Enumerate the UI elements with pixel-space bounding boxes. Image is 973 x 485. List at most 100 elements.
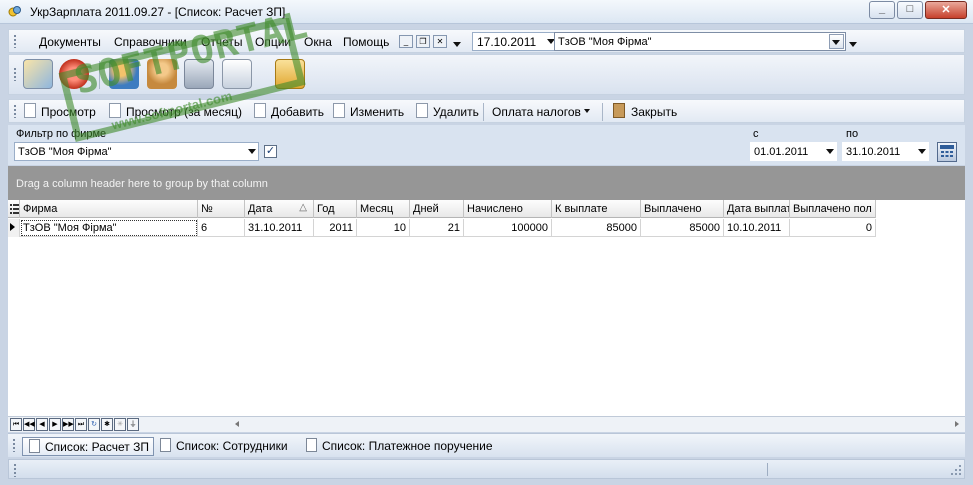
cell-date[interactable]: 31.10.2011 (245, 219, 314, 237)
cell-pay-date[interactable]: 10.10.2011 (724, 219, 790, 237)
firm-selector-value: ТзОВ "Моя Фірма" (558, 36, 652, 48)
menu-grip-icon[interactable] (13, 34, 17, 48)
calendar-icon[interactable] (937, 142, 957, 162)
menu-overflow-icon[interactable] (453, 42, 461, 47)
date-to-label: по (846, 128, 859, 140)
column-header-accrued[interactable]: Начислено (464, 200, 552, 218)
current-row-icon (10, 223, 15, 231)
column-chooser-icon[interactable] (8, 200, 20, 218)
add-button[interactable]: Добавить (271, 105, 324, 119)
mdi-restore-button[interactable]: ❐ (416, 35, 430, 48)
next-page-button[interactable]: ▶▶ (62, 418, 74, 431)
close-list-button[interactable]: Закрыть (631, 105, 677, 119)
firm-filter-checkbox[interactable]: ✓ (264, 145, 277, 158)
tab-employees-list[interactable]: Список: Сотрудники (154, 437, 292, 456)
menu-options[interactable]: Опции (255, 35, 291, 49)
cell-firm[interactable]: ТзОВ "Моя Фірма" (20, 219, 198, 237)
close-window-button[interactable]: ✕ (925, 1, 967, 19)
icon-toolbar (8, 54, 965, 95)
toolbar-grip-icon[interactable] (13, 67, 17, 81)
delete-icon (416, 103, 428, 118)
mdi-close-button[interactable]: ✕ (433, 35, 447, 48)
mdi-minimize-button[interactable]: _ (399, 35, 413, 48)
calculator-icon[interactable] (275, 59, 305, 89)
working-date-value: 17.10.2011 (477, 35, 537, 49)
stop-icon[interactable] (59, 59, 89, 89)
view-month-button[interactable]: Просмотр (за месяц) (126, 105, 242, 119)
tab-payment-order-list[interactable]: Список: Платежное поручение (300, 437, 497, 456)
menu-reports[interactable]: Отчеты (201, 35, 242, 49)
cell-days[interactable]: 21 (410, 219, 464, 237)
cell-paid[interactable]: 85000 (641, 219, 724, 237)
cell-month[interactable]: 10 (357, 219, 410, 237)
maximize-button[interactable]: □ (897, 1, 923, 19)
group-by-panel[interactable]: Drag a column header here to group by th… (8, 166, 965, 200)
resize-grip-icon[interactable] (950, 464, 962, 476)
date-from-picker[interactable]: 01.01.2011 (750, 142, 837, 161)
group-by-hint: Drag a column header here to group by th… (16, 178, 268, 190)
date-to-value: 31.10.2011 (846, 146, 901, 158)
column-header-days[interactable]: Дней (410, 200, 464, 218)
taxes-dropdown-button[interactable]: Оплата налогов (492, 105, 581, 119)
employee-card-icon[interactable] (23, 59, 53, 89)
column-header-paid-partial[interactable]: Выплачено пол (790, 200, 876, 218)
person-icon[interactable] (147, 59, 177, 89)
next-record-button[interactable]: ▶ (49, 418, 61, 431)
column-header-year[interactable]: Год (314, 200, 357, 218)
users-icon[interactable] (109, 59, 139, 89)
close-door-icon (613, 103, 625, 118)
edit-button[interactable]: Изменить (350, 105, 404, 119)
column-header-number[interactable]: № (198, 200, 245, 218)
column-header-paid[interactable]: Выплачено (641, 200, 724, 218)
cell-number[interactable]: 6 (198, 219, 245, 237)
last-record-button[interactable]: ⏭ (75, 418, 87, 431)
chevron-down-icon (584, 109, 590, 113)
firm-filter-value: ТзОВ "Моя Фірма" (18, 146, 112, 158)
view-button[interactable]: Просмотр (41, 105, 96, 119)
table-row[interactable]: ТзОВ "Моя Фірма" 6 31.10.2011 2011 10 21… (8, 219, 876, 237)
actionbar-grip-icon[interactable] (13, 104, 17, 118)
column-header-to-pay[interactable]: К выплате (552, 200, 641, 218)
firm-selector-dropdown[interactable] (829, 34, 844, 49)
insert-record-button[interactable]: ✱ (101, 418, 113, 431)
first-record-button[interactable]: ⏮ (10, 418, 22, 431)
cell-paid-partial[interactable]: 0 (790, 219, 876, 237)
minimize-button[interactable]: _ (869, 1, 895, 19)
filter-button[interactable]: ⏚ (127, 418, 139, 431)
scroll-right-icon[interactable] (955, 421, 959, 427)
column-header-date[interactable]: Дата △ (245, 200, 314, 218)
cell-year[interactable]: 2011 (314, 219, 357, 237)
menu-windows[interactable]: Окна (304, 35, 332, 49)
scroll-left-icon[interactable] (235, 421, 239, 427)
tab-employees-label: Список: Сотрудники (176, 439, 288, 453)
maximize-icon: □ (906, 3, 914, 15)
chevron-down-icon (248, 149, 256, 154)
working-date-picker[interactable]: 17.10.2011 (472, 32, 558, 51)
column-header-month[interactable]: Месяц (357, 200, 410, 218)
cell-accrued[interactable]: 100000 (464, 219, 552, 237)
tabbar-grip-icon[interactable] (12, 438, 16, 452)
prev-record-button[interactable]: ◀ (36, 418, 48, 431)
document-icon[interactable] (222, 59, 252, 89)
apply-button[interactable]: ✳ (114, 418, 126, 431)
date-to-picker[interactable]: 31.10.2011 (842, 142, 929, 161)
filter-panel: Фильтр по фирме ТзОВ "Моя Фірма" ✓ с 01.… (8, 125, 965, 165)
cell-to-pay[interactable]: 85000 (552, 219, 641, 237)
minimize-icon: _ (878, 3, 886, 15)
row-indicator[interactable] (8, 219, 20, 237)
delete-button[interactable]: Удалить (433, 105, 479, 119)
column-header-firm[interactable]: Фирма (20, 200, 198, 218)
menu-help[interactable]: Помощь (343, 35, 389, 49)
firm-selector[interactable]: ТзОВ "Моя Фірма" (554, 32, 846, 51)
list-icon[interactable] (184, 59, 214, 89)
menu-documents[interactable]: Документы (39, 35, 101, 49)
add-icon (254, 103, 266, 118)
menu-references[interactable]: Справочники (114, 35, 187, 49)
refresh-button[interactable]: ↻ (88, 418, 100, 431)
tab-payroll-list[interactable]: Список: Расчет ЗП (22, 437, 154, 456)
column-header-pay-date[interactable]: Дата выплат (724, 200, 790, 218)
firm-filter-select[interactable]: ТзОВ "Моя Фірма" (14, 142, 259, 161)
toolbar-overflow-icon[interactable] (849, 42, 857, 47)
chevron-down-icon (918, 149, 926, 154)
prev-page-button[interactable]: ◀◀ (23, 418, 35, 431)
